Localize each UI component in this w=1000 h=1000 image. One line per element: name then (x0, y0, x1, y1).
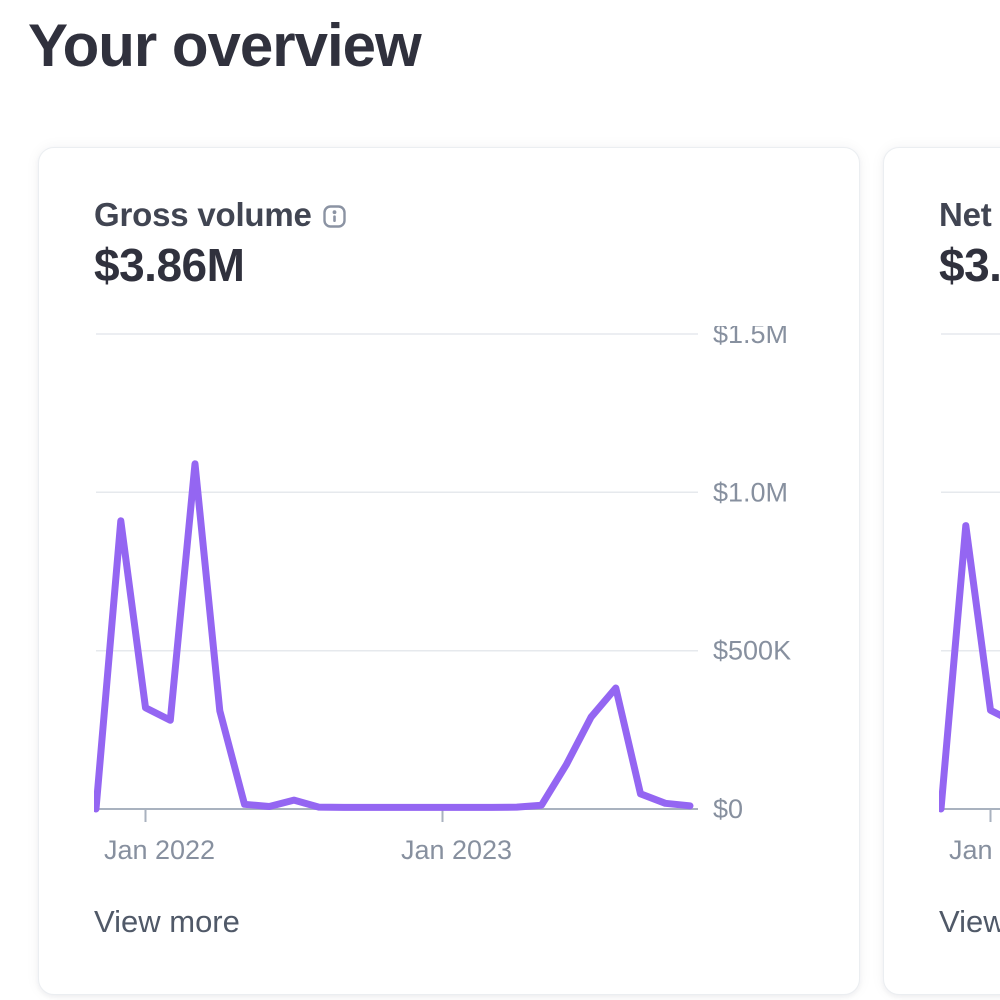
line-chart-svg: $1.5M $1.0M $500K $0 Jan 2022 Jan 2023 (94, 326, 839, 871)
overview-cards-row: Gross volume $3.86M $1.5M $1.0M $500K $0 Jan… (38, 147, 1000, 995)
gross-volume-card: Gross volume $3.86M $1.5M $1.0M $500K $0 Jan… (38, 147, 860, 995)
card-title: Net volume (939, 196, 1000, 234)
y-axis-label: $0 (713, 794, 743, 824)
y-axis-label: $1.0M (713, 477, 788, 507)
info-icon[interactable] (323, 205, 346, 228)
x-axis-label: Jan 2023 (401, 835, 512, 865)
card-header: Gross volume (94, 196, 346, 234)
metric-value: $3.7M (939, 238, 1000, 292)
page-title: Your overview (28, 14, 421, 77)
y-axis-label: $500K (713, 636, 791, 666)
card-header: Net volume (939, 196, 1000, 234)
view-more-link[interactable]: View more (94, 904, 240, 940)
view-more-link[interactable]: View more (939, 904, 1000, 940)
data-line (941, 470, 1000, 810)
net-volume-chart: $1.5M$1.0M$500K$0Jan 2022Jan 2023 (939, 326, 1000, 871)
net-volume-card: Net volume $3.7M $1.5M$1.0M$500K$0Jan 20… (883, 147, 1000, 995)
line-chart-svg: $1.5M$1.0M$500K$0Jan 2022Jan 2023 (939, 326, 1000, 871)
x-axis-label: Jan 2022 (104, 835, 215, 865)
data-line (96, 464, 690, 809)
card-title: Gross volume (94, 196, 312, 234)
metric-value: $3.86M (94, 238, 244, 292)
y-axis-label: $1.5M (713, 326, 788, 349)
x-axis-label: Jan 2022 (949, 835, 1000, 865)
gross-volume-chart: $1.5M $1.0M $500K $0 Jan 2022 Jan 2023 (94, 326, 839, 871)
